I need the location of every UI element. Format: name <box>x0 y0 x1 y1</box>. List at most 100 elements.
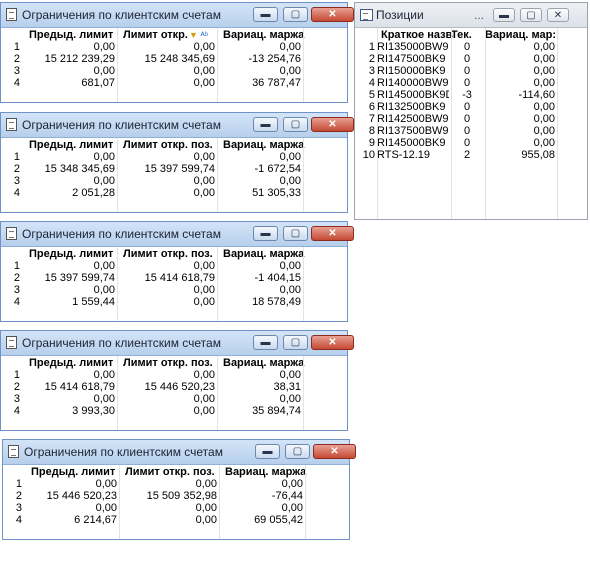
sort-icon[interactable]: ᴬᵇ <box>200 30 207 40</box>
maximize-button[interactable]: ▢ <box>520 8 542 22</box>
table-row[interactable]: 1 0,00 0,00 0,00 <box>1 151 347 163</box>
table-row[interactable]: 2 15 397 599,74 15 414 618,79 -1 404,15 <box>1 272 347 284</box>
column-header[interactable]: Лимит откр. поз. <box>123 139 225 151</box>
column-header[interactable]: Лимит откр. поз. <box>123 357 225 369</box>
table-row[interactable]: 3 RI150000BK9 0 0,00 <box>355 65 587 77</box>
row-number: 1 <box>15 478 22 490</box>
table-cell: -1 404,15 <box>254 272 301 284</box>
limits-titlebar[interactable]: Ограничения по клиентским счетам ▬ ▢ ✕ <box>1 331 354 356</box>
table-row[interactable]: 7 RI142500BW9 0 0,00 <box>355 113 587 125</box>
row-number: 3 <box>13 284 20 296</box>
table-header: Краткое назва Тек. Вариац. мар: <box>355 29 587 41</box>
table-row[interactable]: 1 0,00 0,00 0,00 <box>1 41 347 53</box>
table-cell: 1 559,44 <box>72 296 115 308</box>
column-header[interactable]: Предыд. лимит <box>29 357 125 369</box>
minimize-button[interactable]: ▬ <box>493 8 515 22</box>
table-cell: 0,00 <box>195 502 217 514</box>
close-button[interactable]: ✕ <box>311 226 354 241</box>
table-row[interactable]: 1 0,00 0,00 0,00 <box>1 369 347 381</box>
limits-titlebar[interactable]: Ограничения по клиентским счетам ▬ ▢ ✕ <box>1 222 354 247</box>
column-header[interactable]: Предыд. лимит <box>31 466 127 478</box>
limits-window[interactable]: Ограничения по клиентским счетам ▬ ▢ ✕ Преды… <box>0 2 354 103</box>
column-header[interactable]: Предыд. лимит <box>29 29 125 41</box>
limits-titlebar[interactable]: Ограничения по клиентским счетам ▬ ▢ ✕ <box>3 440 356 465</box>
limits-window[interactable]: Ограничения по клиентским счетам ▬ ▢ ✕ Преды… <box>0 221 354 322</box>
filter-icon[interactable]: ▼ <box>189 30 198 40</box>
table-row[interactable]: 6 RI132500BK9 0 0,00 <box>355 101 587 113</box>
column-header[interactable]: Тек. <box>451 29 483 41</box>
row-number: 2 <box>13 272 20 284</box>
table-row[interactable]: 3 0,00 0,00 0,00 <box>1 393 347 405</box>
window-title: Ограничения по клиентским счетам <box>22 336 221 350</box>
table-row[interactable]: 2 15 212 239,29 15 248 345,69 -13 254,76 <box>1 53 347 65</box>
column-header[interactable]: Предыд. лимит <box>29 139 125 151</box>
maximize-button[interactable]: ▢ <box>285 444 310 459</box>
limits-titlebar[interactable]: Ограничения по клиентским счетам ▬ ▢ ✕ <box>1 3 354 28</box>
table-row[interactable]: 5 RI145000BK9D -3 -114,60 <box>355 89 587 101</box>
table-cell: 0,00 <box>95 478 117 490</box>
column-header[interactable]: Лимит откр. поз. <box>123 248 225 260</box>
table-row[interactable]: 10 RTS-12.19 2 955,08 <box>355 149 587 161</box>
column-header[interactable]: Вариац. маржа <box>223 139 311 151</box>
table-cell: 0 <box>463 77 471 89</box>
table-row[interactable]: 2 RI147500BK9 0 0,00 <box>355 53 587 65</box>
column-header[interactable]: Краткое назва <box>381 29 453 41</box>
minimize-button[interactable]: ▬ <box>255 444 280 459</box>
table-row[interactable]: 9 RI145000BK9 0 0,00 <box>355 137 587 149</box>
column-header[interactable]: Лимит откр. поз. <box>125 466 227 478</box>
close-button[interactable]: ✕ <box>311 7 354 22</box>
table-row[interactable]: 4 2 051,28 0,00 51 305,33 <box>1 187 347 199</box>
maximize-button[interactable]: ▢ <box>283 7 308 22</box>
limits-window[interactable]: Ограничения по клиентским счетам ▬ ▢ ✕ Преды… <box>0 330 354 431</box>
minimize-button[interactable]: ▬ <box>253 117 278 132</box>
table-cell: RI145000BK9D <box>377 89 449 101</box>
table-row[interactable]: 2 15 348 345,69 15 397 599,74 -1 672,54 <box>1 163 347 175</box>
maximize-button[interactable]: ▢ <box>283 117 308 132</box>
table-row[interactable]: 1 RI135000BW9 0 0,00 <box>355 41 587 53</box>
close-button[interactable]: ✕ <box>547 8 569 22</box>
table-row[interactable]: 4 3 993,30 0,00 35 894,74 <box>1 405 347 417</box>
table-row[interactable]: 1 0,00 0,00 0,00 <box>3 478 349 490</box>
table-cell: 2 051,28 <box>72 187 115 199</box>
limits-window[interactable]: Ограничения по клиентским счетам ▬ ▢ ✕ Преды… <box>2 439 356 540</box>
table-row[interactable]: 1 0,00 0,00 0,00 <box>1 260 347 272</box>
table-row[interactable]: 4 681,07 0,00 36 787,47 <box>1 77 347 89</box>
maximize-button[interactable]: ▢ <box>283 226 308 241</box>
table-row[interactable]: 4 1 559,44 0,00 18 578,49 <box>1 296 347 308</box>
limits-window[interactable]: Ограничения по клиентским счетам ▬ ▢ ✕ Преды… <box>0 112 354 213</box>
maximize-button[interactable]: ▢ <box>283 335 308 350</box>
table-cell: 0,00 <box>93 151 115 163</box>
close-button[interactable]: ✕ <box>311 117 354 132</box>
table-cell: 0,00 <box>533 77 555 89</box>
table-row[interactable]: 3 0,00 0,00 0,00 <box>1 284 347 296</box>
table-cell: 0,00 <box>93 284 115 296</box>
minimize-button[interactable]: ▬ <box>253 226 278 241</box>
column-header[interactable]: Вариац. мар: <box>485 29 555 41</box>
positions-window[interactable]: Позиции ... ▬ ▢ ✕ Краткое назва Тек. Вариа… <box>354 2 588 220</box>
column-header[interactable]: Предыд. лимит <box>29 248 125 260</box>
table-row[interactable]: 2 15 414 618,79 15 446 520,23 38,31 <box>1 381 347 393</box>
table-cell: 0,00 <box>93 369 115 381</box>
table-row[interactable]: 3 0,00 0,00 0,00 <box>3 502 349 514</box>
column-header[interactable]: Вариац. маржа <box>225 466 313 478</box>
table-row[interactable]: 3 0,00 0,00 0,00 <box>1 65 347 77</box>
close-button[interactable]: ✕ <box>311 335 354 350</box>
minimize-button[interactable]: ▬ <box>253 7 278 22</box>
column-header[interactable]: Вариац. маржа <box>223 29 311 41</box>
table-row[interactable]: 2 15 446 520,23 15 509 352,98 -76,44 <box>3 490 349 502</box>
limits-titlebar[interactable]: Ограничения по клиентским счетам ▬ ▢ ✕ <box>1 113 354 138</box>
minimize-button[interactable]: ▬ <box>253 335 278 350</box>
table-row[interactable]: 4 6 214,67 0,00 69 055,42 <box>3 514 349 526</box>
column-separator <box>217 138 218 212</box>
column-header[interactable]: Лимит откр. <box>123 29 225 41</box>
filter-sort-icon[interactable]: ▼ ᴬᵇ <box>189 30 208 40</box>
table-row[interactable]: 8 RI137500BW9 0 0,00 <box>355 125 587 137</box>
table-cell: -1 672,54 <box>254 163 301 175</box>
column-header[interactable]: Вариац. маржа <box>223 357 311 369</box>
close-button[interactable]: ✕ <box>313 444 356 459</box>
column-header[interactable]: Вариац. маржа <box>223 248 311 260</box>
positions-titlebar[interactable]: Позиции ... ▬ ▢ ✕ <box>355 3 587 28</box>
table-row[interactable]: 3 0,00 0,00 0,00 <box>1 175 347 187</box>
row-number: 9 <box>368 137 375 149</box>
table-row[interactable]: 4 RI140000BW9 0 0,00 <box>355 77 587 89</box>
